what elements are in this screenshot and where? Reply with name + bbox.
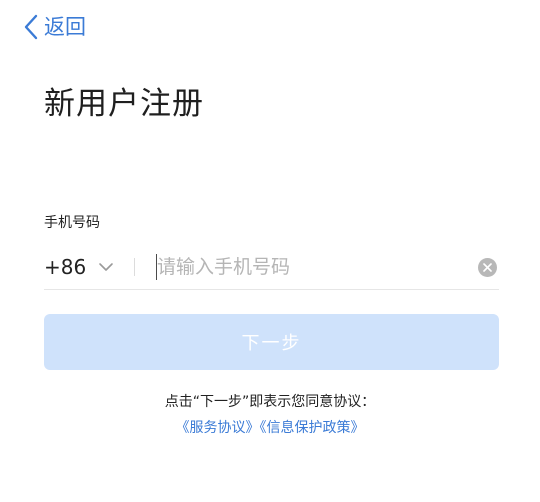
country-code-select[interactable]: +86 [44,250,114,284]
phone-label: 手机号码 [44,215,100,231]
registration-page: 返回 新用户注册 手机号码 +86 下一步 点击“下一步”即表示您同意协议： 《… [0,0,540,502]
agreement-text: 点击“下一步”即表示您同意协议： [164,394,376,410]
privacy-policy-link[interactable]: 《信息保护政策》 [260,420,365,436]
service-agreement-link[interactable]: 《服务协议》 [176,420,260,436]
phone-input-row: +86 [44,246,499,290]
page-title: 新用户注册 [44,86,204,122]
agreement-links: 《服务协议》《信息保护政策》 [0,418,540,438]
chevron-left-icon [22,12,40,42]
chevron-down-icon [98,250,114,284]
clear-circle-icon[interactable] [478,258,497,277]
input-divider [134,258,135,276]
back-label: 返回 [44,15,86,39]
next-step-button[interactable]: 下一步 [44,314,499,370]
back-button[interactable]: 返回 [22,12,86,42]
country-code: +86 [44,255,87,279]
phone-input[interactable] [157,250,467,284]
